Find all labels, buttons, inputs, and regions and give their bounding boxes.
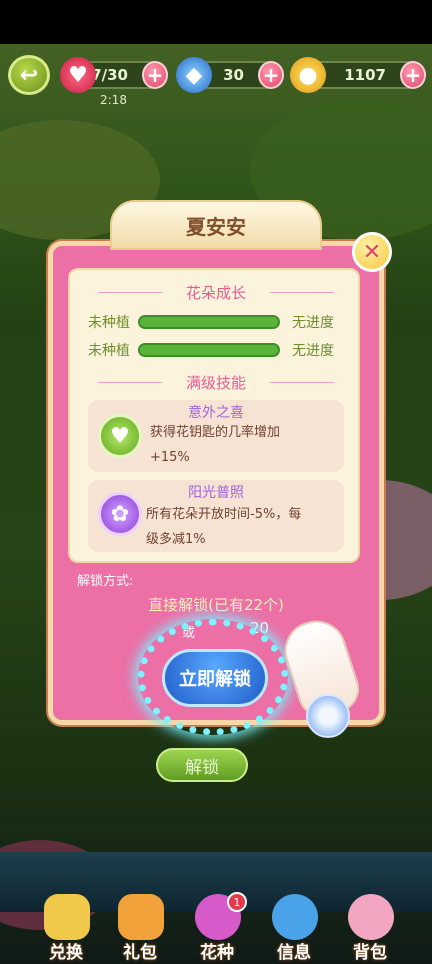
nav-gift[interactable]: 礼包 [104, 890, 176, 964]
close-icon: ✕ [362, 239, 382, 265]
unlock-method-label: 解锁方式: [77, 574, 134, 589]
coin-icon: ● [290, 57, 326, 93]
growth-row-status: 无进度 [292, 315, 334, 331]
notification-badge: 1 [227, 892, 247, 912]
skills-section-title: 满级技能 [70, 372, 362, 393]
coins-value: 1107 [344, 66, 386, 84]
bag-icon [348, 894, 394, 940]
back-arrow-icon: ↩ [19, 62, 39, 88]
diamond-icon: ◆ [176, 57, 212, 93]
background-unlock-button[interactable]: 解锁 [156, 748, 248, 782]
growth-row-label: 未种植 [88, 343, 130, 359]
status-bar-area [0, 0, 432, 44]
back-button[interactable]: ↩ [8, 55, 50, 95]
add-hearts-button[interactable]: + [142, 61, 168, 89]
heart-timer: 2:18 [100, 93, 127, 107]
nav-exchange[interactable]: 兑换 [30, 890, 102, 964]
nav-seeds[interactable]: 1 花种 [181, 890, 253, 964]
skill-description: 获得花钥匙的几率增加 +15% [150, 425, 281, 465]
hearts-counter: ♥ 27/30 + [60, 57, 168, 93]
chat-bubble-icon [272, 894, 318, 940]
growth-progress-bar [138, 343, 280, 357]
skill-name: 意外之喜 [188, 405, 244, 421]
nav-bag[interactable]: 背包 [334, 890, 406, 964]
growth-section-title: 花朵成长 [70, 282, 362, 303]
dialog-content-panel: 花朵成长 未种植 无进度 未种植 无进度 满级技能 ♥ 意外之喜 获得花钥匙的几… [68, 268, 360, 563]
skill-name: 阳光普照 [188, 485, 244, 501]
growth-row-status: 无进度 [292, 343, 334, 359]
gift-box-icon [118, 894, 164, 940]
skill-card: ♥ 意外之喜 获得花钥匙的几率增加 +15% [88, 400, 344, 472]
gems-counter: ◆ 30 + [176, 57, 284, 93]
bottom-navigation: 兑换 礼包 1 花种 信息 背包 [0, 890, 432, 964]
heart-icon: ♥ [60, 57, 96, 93]
growth-progress-bar [138, 315, 280, 329]
dialog-title: 夏安安 [110, 200, 322, 250]
add-gems-button[interactable]: + [258, 61, 284, 89]
direct-unlock-text: 直接解锁(已有22个) [148, 596, 284, 614]
flower-icon [306, 694, 350, 738]
growth-row-label: 未种植 [88, 315, 130, 331]
close-button[interactable]: ✕ [352, 232, 392, 272]
skill-description: 所有花朵开放时间-5%，每 级多减1% [146, 507, 302, 547]
add-coins-button[interactable]: + [400, 61, 426, 89]
game-scene: ↩ ♥ 27/30 + 2:18 ◆ 30 + ● 1107 + 夏安安 ✕ 花… [0, 0, 432, 964]
skill-card: ✿ 阳光普照 所有花朵开放时间-5%，每 级多减1% [88, 480, 344, 552]
gems-value: 30 [223, 66, 244, 84]
flower-exchange-icon [44, 894, 90, 940]
coins-counter: ● 1107 + [290, 57, 426, 93]
nav-messages[interactable]: 信息 [258, 890, 330, 964]
unlock-now-button[interactable]: 立即解锁 [162, 649, 268, 707]
